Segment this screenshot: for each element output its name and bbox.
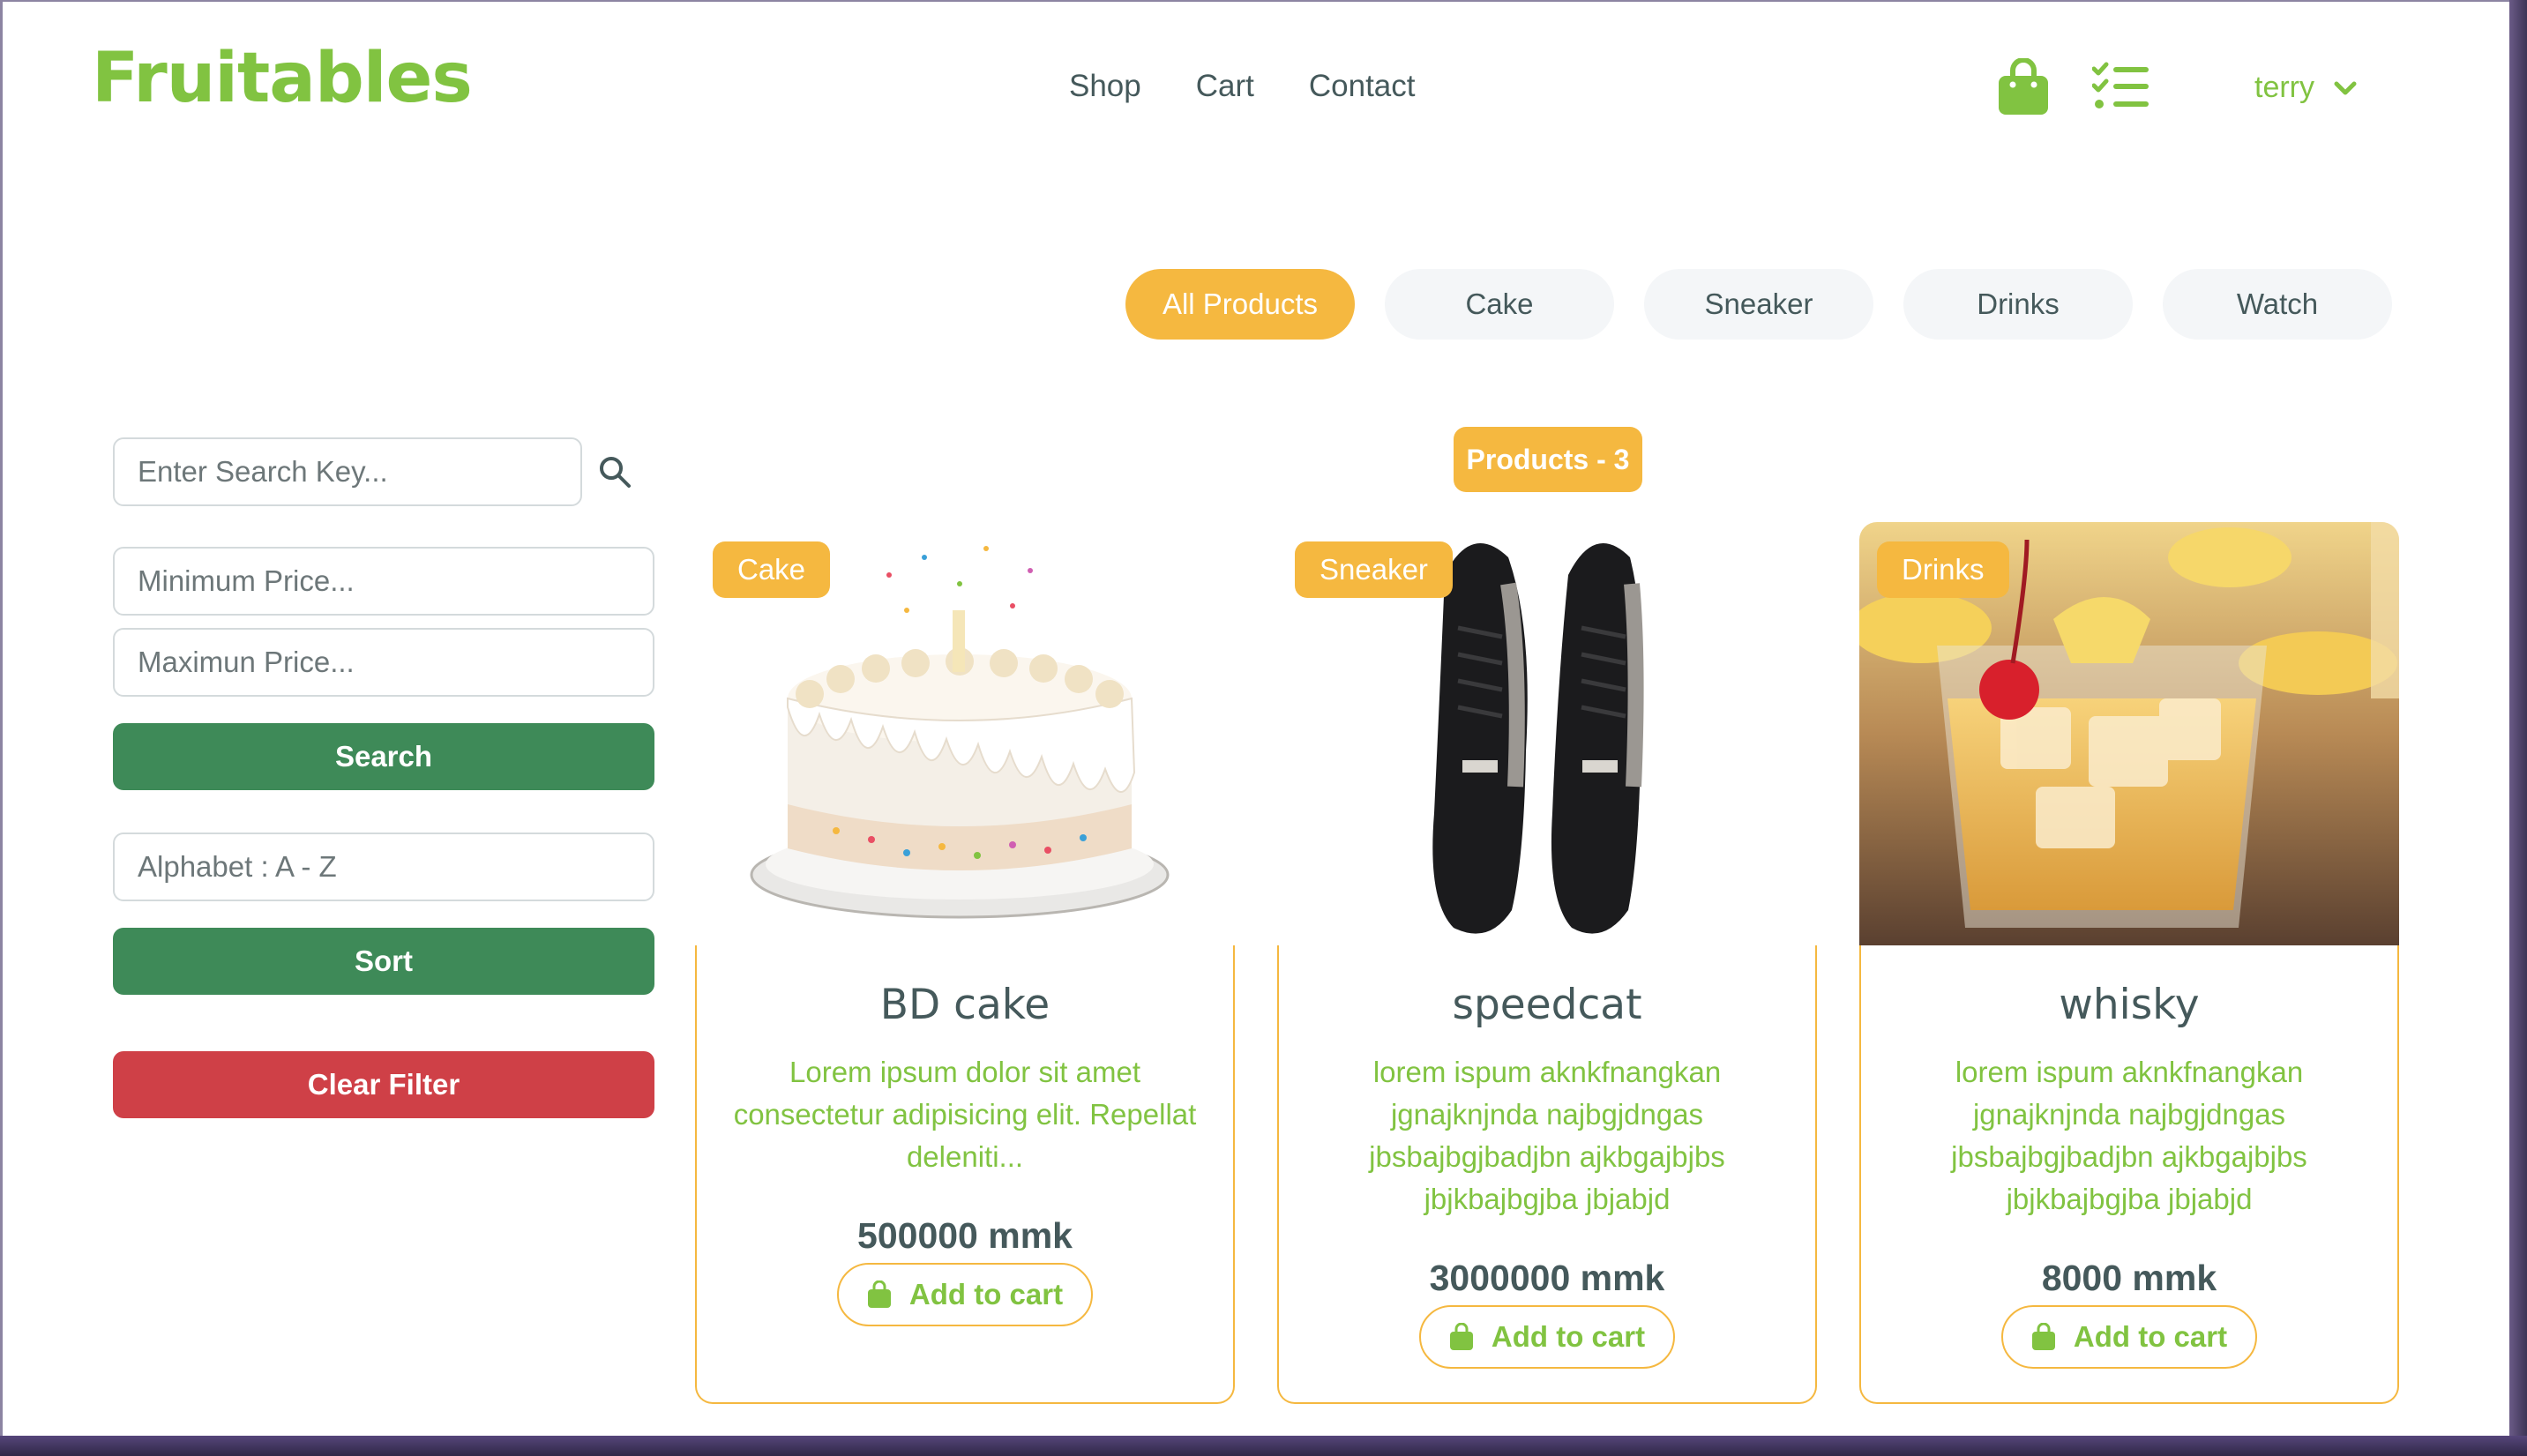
product-category-tag: Drinks (1877, 541, 2009, 598)
sort-button[interactable]: Sort (113, 928, 654, 995)
search-icon[interactable] (598, 455, 632, 489)
window-border-left (0, 0, 3, 1456)
clear-filter-button[interactable]: Clear Filter (113, 1051, 654, 1118)
product-title[interactable]: whisky (1859, 981, 2399, 1029)
nav-contact[interactable]: Contact (1309, 69, 1416, 104)
shopping-bag-icon (1449, 1323, 1473, 1350)
add-to-cart-button[interactable]: Add to cart (837, 1263, 1093, 1326)
product-price: 8000 mmk (2041, 1258, 2217, 1298)
desktop-background-right (2509, 0, 2527, 1456)
products-count-badge: Products - 3 (1454, 427, 1642, 492)
tab-all-products[interactable]: All Products (1125, 269, 1355, 340)
shopping-bag-icon (867, 1281, 891, 1308)
add-to-cart-label: Add to cart (1491, 1320, 1646, 1353)
category-tabs: All Products Cake Sneaker Drinks Watch (1125, 269, 2392, 340)
add-to-cart-button[interactable]: Add to cart (1419, 1305, 1675, 1369)
product-category-tag: Cake (713, 541, 831, 598)
search-button[interactable]: Search (113, 723, 654, 790)
user-name: terry (2254, 71, 2314, 104)
tab-drinks[interactable]: Drinks (1903, 269, 2133, 340)
chevron-down-icon (2334, 81, 2357, 94)
user-menu[interactable]: terry (2254, 71, 2357, 105)
main-nav: Shop Cart Contact (1069, 69, 1416, 104)
product-price: 3000000 mmk (1429, 1258, 1665, 1298)
brand-logo[interactable]: Fruitables (92, 39, 473, 118)
shopping-bag-icon[interactable] (1997, 58, 2050, 116)
desktop-background-bottom (0, 1436, 2527, 1456)
product-title[interactable]: speedcat (1277, 981, 1817, 1029)
browser-page: Fruitables Shop Cart Contact terry All P… (0, 0, 2527, 1456)
product-price: 500000 mmk (857, 1215, 1073, 1256)
add-to-cart-label: Add to cart (2073, 1320, 2228, 1353)
nav-cart[interactable]: Cart (1196, 69, 1254, 104)
min-price-field[interactable]: Minimum Price... (113, 547, 654, 616)
product-title[interactable]: BD cake (695, 981, 1235, 1029)
search-input[interactable]: Enter Search Key... (113, 437, 582, 506)
add-to-cart-label: Add to cart (908, 1278, 1064, 1310)
product-description: lorem ispum aknkfnangkan jgnajknjnda naj… (1369, 1056, 1725, 1215)
window-border-top (0, 0, 2509, 2)
shopping-bag-icon (2031, 1323, 2055, 1350)
tab-watch[interactable]: Watch (2163, 269, 2392, 340)
sort-select[interactable]: Alphabet : A - Z (113, 833, 654, 901)
checklist-icon[interactable] (2092, 62, 2150, 111)
max-price-field[interactable]: Maximun Price... (113, 628, 654, 697)
product-description: Lorem ipsum dolor sit amet consectetur a… (733, 1056, 1197, 1173)
product-description: lorem ispum aknkfnangkan jgnajknjnda naj… (1951, 1056, 2307, 1215)
tab-cake[interactable]: Cake (1385, 269, 1614, 340)
product-category-tag: Sneaker (1295, 541, 1453, 598)
nav-shop[interactable]: Shop (1069, 69, 1141, 104)
tab-sneaker[interactable]: Sneaker (1644, 269, 1873, 340)
add-to-cart-button[interactable]: Add to cart (2001, 1305, 2257, 1369)
